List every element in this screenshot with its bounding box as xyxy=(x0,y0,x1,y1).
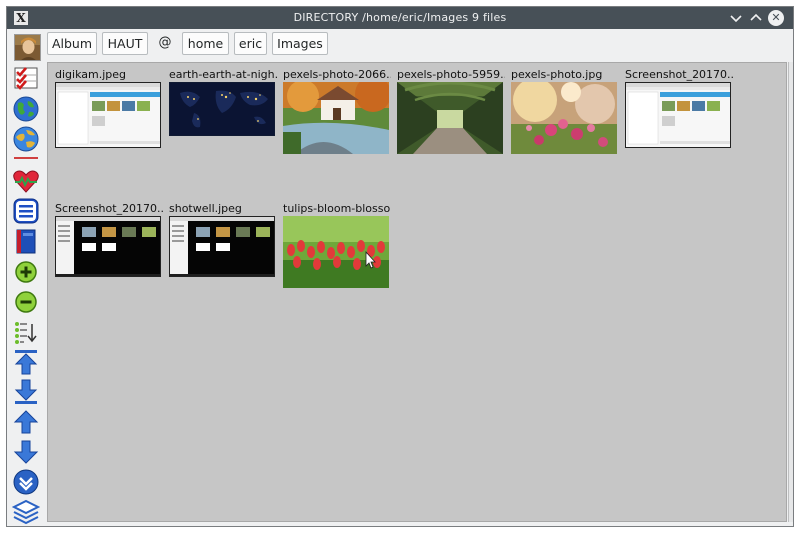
window-title: DIRECTORY /home/eric/Images 9 files xyxy=(293,11,507,24)
thumbnail-image xyxy=(397,82,503,154)
thumbnail-label: pexels-photo.jpg xyxy=(511,68,603,81)
album-button[interactable]: Album xyxy=(47,32,97,55)
thumbnail-label: tulips-bloom-blosso... xyxy=(283,202,391,215)
thumbnail-image xyxy=(511,82,617,154)
vertical-scrollbar[interactable] xyxy=(788,62,793,522)
separator-line xyxy=(12,155,40,161)
go-bottom-button[interactable] xyxy=(12,378,40,406)
title-bar[interactable]: X DIRECTORY /home/eric/Images 9 files ✕ xyxy=(7,7,793,29)
layers-icon xyxy=(12,499,40,525)
separator-icon xyxy=(14,157,38,159)
checklist-button[interactable] xyxy=(12,64,40,92)
screenshot-dark-preview-icon xyxy=(56,217,160,276)
thumbnail-image xyxy=(283,216,389,288)
zoom-out-icon xyxy=(15,291,37,313)
screenshot-preview-icon xyxy=(56,83,160,147)
arbor-preview-icon xyxy=(397,82,503,154)
directory-window: X DIRECTORY /home/eric/Images 9 files ✕ … xyxy=(6,6,794,527)
thumbnail-label: shotwell.jpeg xyxy=(169,202,242,215)
crumb-home[interactable]: home xyxy=(182,32,229,55)
thumbnail-image xyxy=(55,82,161,148)
thumbnail-item[interactable]: Screenshot_20170... xyxy=(55,201,163,277)
crumb-eric[interactable]: eric xyxy=(234,32,267,55)
heart-icon xyxy=(13,170,39,193)
arrow-down-icon xyxy=(13,440,39,464)
earth-night-preview-icon xyxy=(170,83,274,135)
tool-column xyxy=(7,61,47,526)
garden-preview-icon xyxy=(283,82,389,154)
arrow-up-button[interactable] xyxy=(12,408,40,436)
chevron-down-circle-icon xyxy=(13,469,39,495)
go-bottom-icon xyxy=(14,379,38,404)
thumbnail-grid[interactable]: digikam.jpeg earth-earth-at-nigh... pexe… xyxy=(47,62,787,522)
thumbnail-image xyxy=(55,216,161,277)
thumbnail-image xyxy=(169,216,275,277)
thumbnail-item[interactable]: Screenshot_20170... xyxy=(625,67,733,148)
favorite-button[interactable] xyxy=(12,167,40,195)
portrait-icon xyxy=(15,35,40,60)
sort-button[interactable] xyxy=(12,318,40,346)
flowers-preview-icon xyxy=(511,82,617,154)
thumbnail-item[interactable]: pexels-photo.jpg xyxy=(511,67,619,154)
thumbnail-label: Screenshot_20170... xyxy=(55,202,163,215)
zoom-in-button[interactable] xyxy=(12,258,40,286)
thumbnail-image xyxy=(169,82,275,136)
thumbnail-image xyxy=(625,82,731,148)
thumbnail-image xyxy=(283,82,389,154)
checklist-icon xyxy=(14,67,38,90)
thumbnail-item[interactable]: shotwell.jpeg xyxy=(169,201,277,277)
haut-button[interactable]: HAUT xyxy=(102,32,148,55)
crumb-images[interactable]: Images xyxy=(272,32,328,55)
list-view-button[interactable] xyxy=(12,197,40,225)
screenshot-preview-icon xyxy=(626,83,730,147)
thumbnail-item[interactable]: earth-earth-at-nigh... xyxy=(169,67,277,136)
minimize-button[interactable] xyxy=(728,10,744,26)
tulips-preview-icon xyxy=(283,216,389,288)
thumbnail-item[interactable]: digikam.jpeg xyxy=(55,67,163,148)
maximize-button[interactable] xyxy=(748,10,764,26)
go-top-icon xyxy=(14,350,38,375)
thumbnail-label: digikam.jpeg xyxy=(55,68,126,81)
zoom-in-icon xyxy=(15,261,37,283)
thumbnail-item[interactable]: tulips-bloom-blosso... xyxy=(283,201,391,288)
avatar[interactable] xyxy=(14,34,41,61)
thumbnail-label: earth-earth-at-nigh... xyxy=(169,68,277,81)
book-icon xyxy=(16,229,36,254)
chevron-up-icon xyxy=(750,13,762,21)
close-button[interactable]: ✕ xyxy=(768,10,784,26)
thumbnail-label: Screenshot_20170... xyxy=(625,68,733,81)
breadcrumb-separator: @ xyxy=(158,35,172,50)
thumbnail-label: pexels-photo-2066... xyxy=(283,68,391,81)
go-top-button[interactable] xyxy=(12,348,40,376)
layers-button[interactable] xyxy=(12,498,40,526)
list-icon xyxy=(13,198,39,224)
arrow-down-button[interactable] xyxy=(12,438,40,466)
screenshot-dark-preview-icon xyxy=(170,217,274,276)
sort-icon xyxy=(15,322,37,344)
thumbnail-item[interactable]: pexels-photo-5959... xyxy=(397,67,505,154)
arrow-up-icon xyxy=(13,410,39,434)
thumbnail-label: pexels-photo-5959... xyxy=(397,68,505,81)
globe-button[interactable] xyxy=(12,95,40,123)
globe-alt-icon xyxy=(13,126,39,152)
book-button[interactable] xyxy=(12,227,40,255)
zoom-out-button[interactable] xyxy=(12,288,40,316)
chevron-down-icon xyxy=(730,15,742,23)
globe-alt-button[interactable] xyxy=(12,125,40,153)
globe-icon xyxy=(13,96,39,122)
thumbnail-item[interactable]: pexels-photo-2066... xyxy=(283,67,391,154)
expand-button[interactable] xyxy=(12,468,40,496)
